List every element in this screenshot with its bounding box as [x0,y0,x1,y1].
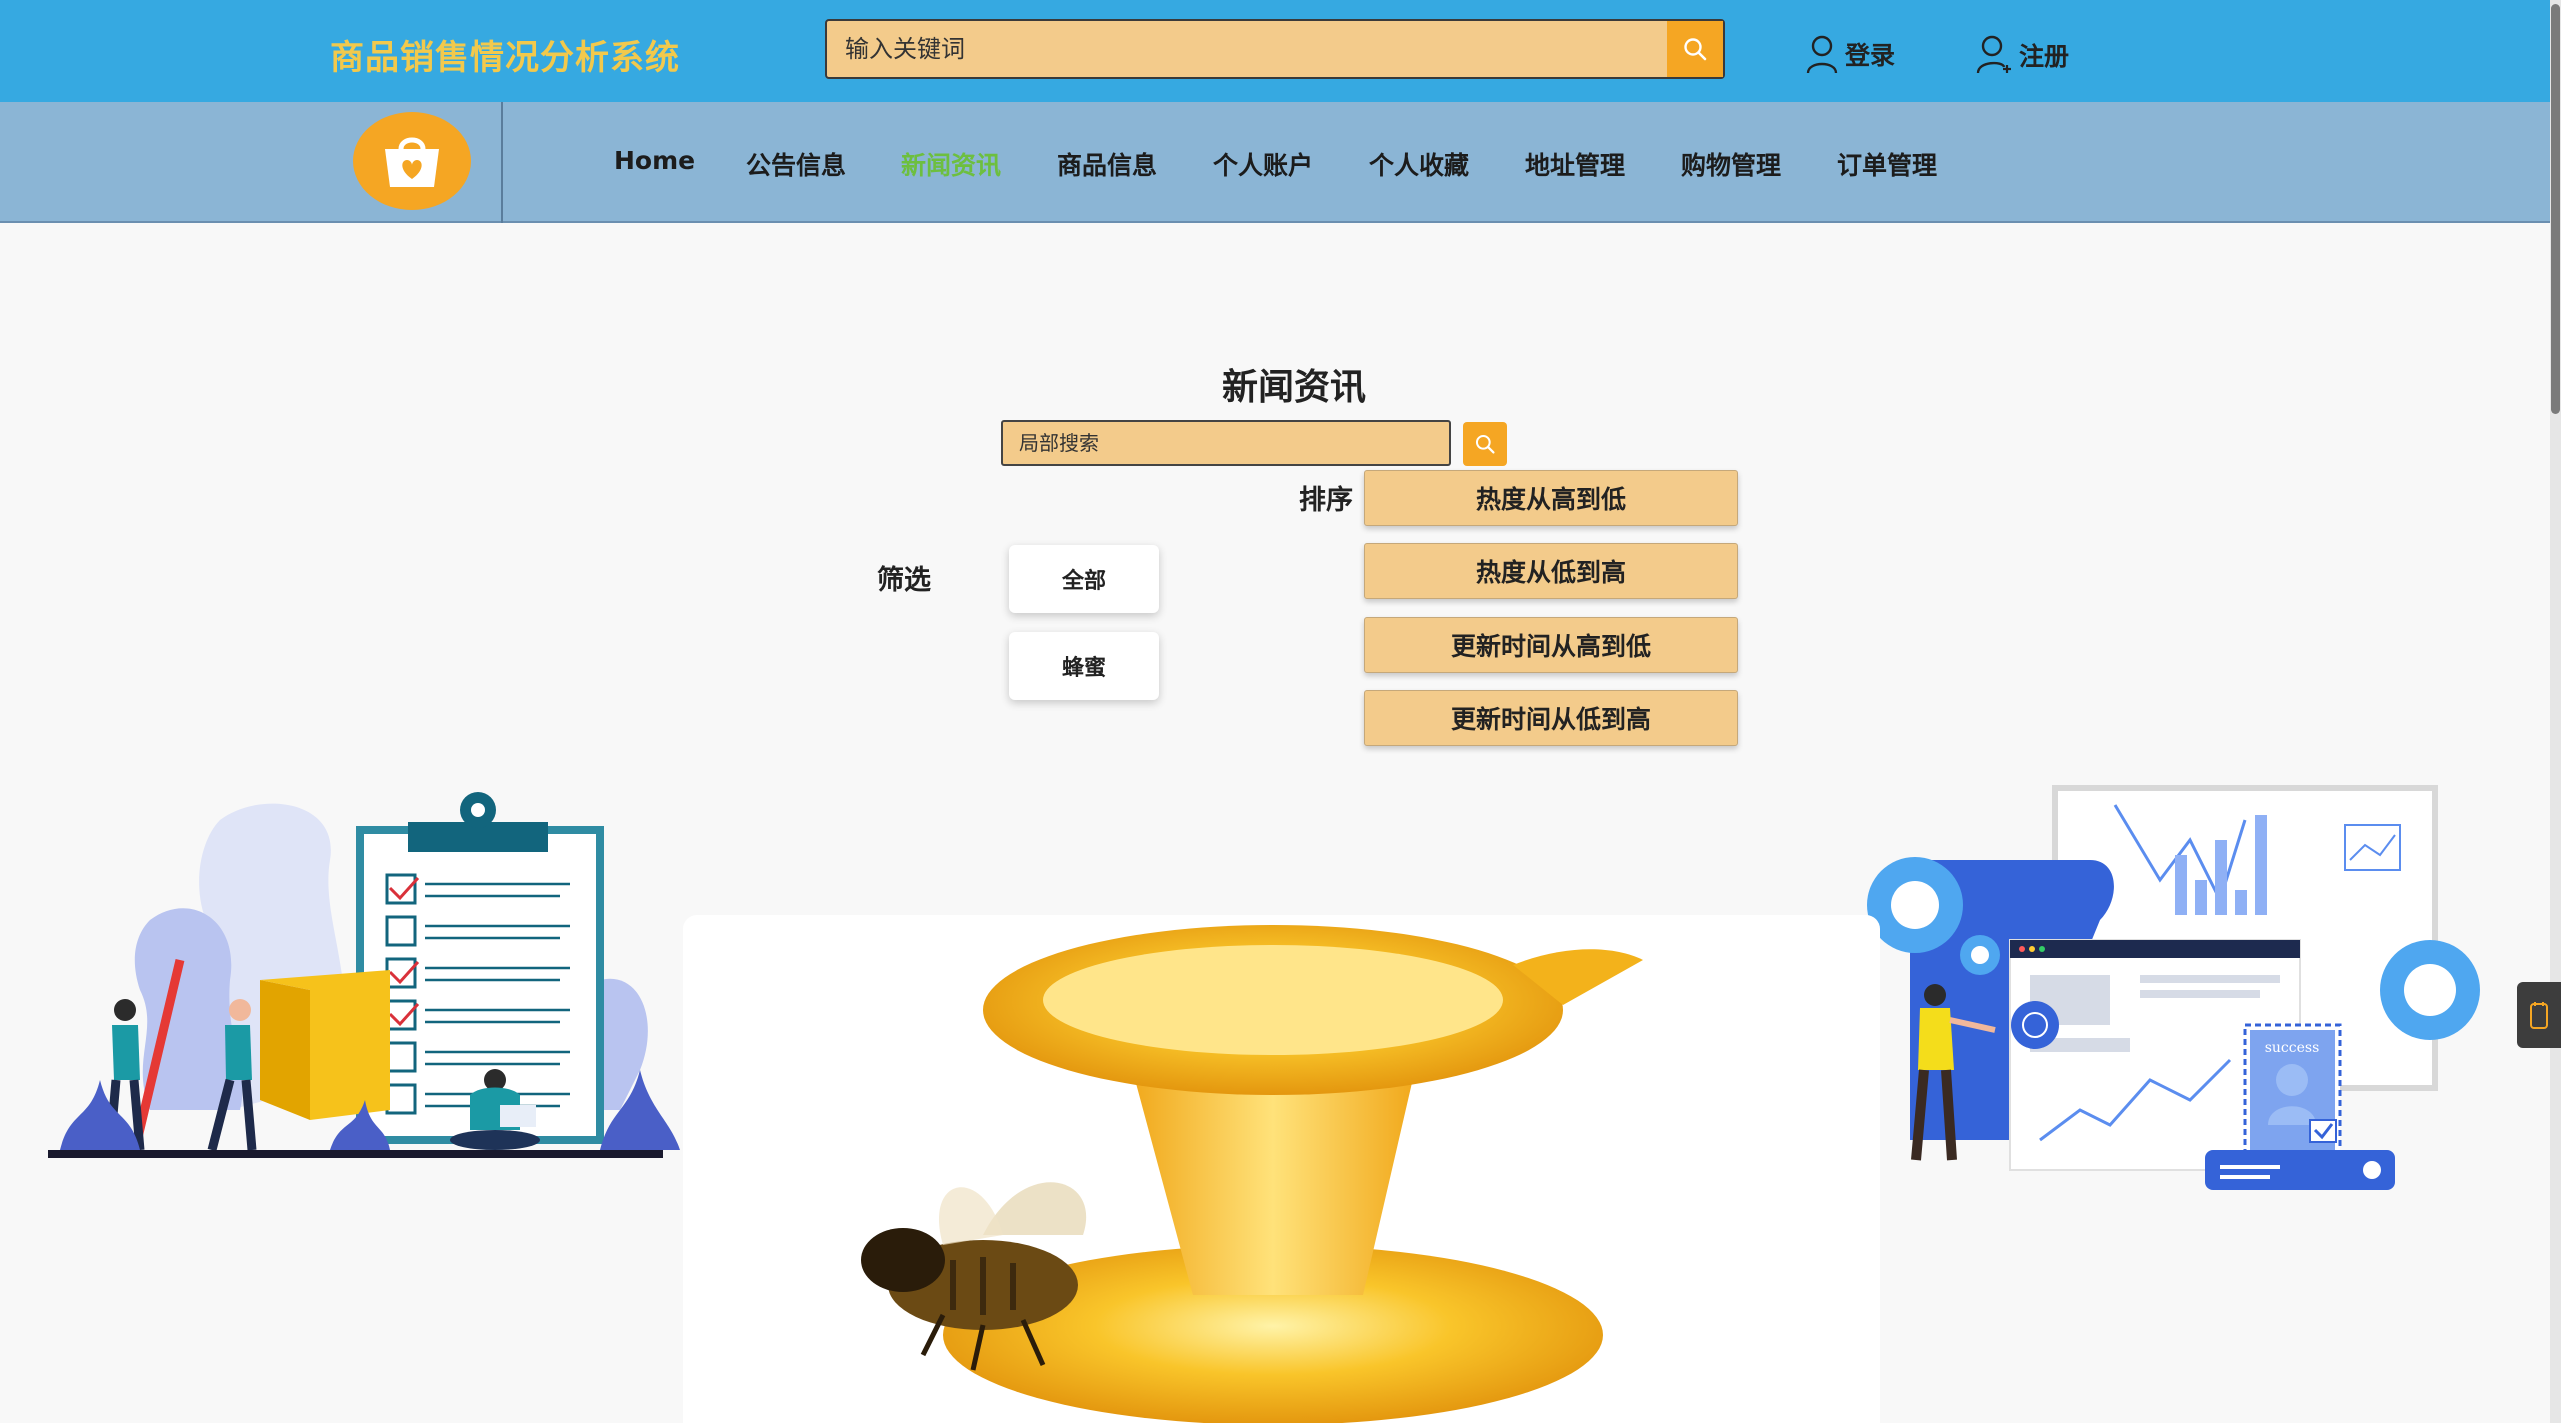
nav-item-orders[interactable]: 订单管理 [1837,146,1937,182]
global-search-box [825,19,1725,79]
sort-label: 排序 [1299,485,1353,516]
nav-item-account[interactable]: 个人账户 [1213,146,1313,182]
success-badge-text: success [2265,1040,2320,1056]
vertical-scrollbar[interactable] [2550,0,2561,1423]
register-link[interactable]: 注册 [1975,34,2069,76]
nav-item-address[interactable]: 地址管理 [1525,146,1625,182]
nav-item-news[interactable]: 新闻资讯 [901,146,1001,182]
main-nav: Home 公告信息 新闻资讯 商品信息 个人账户 个人收藏 地址管理 购物管理 … [0,102,2550,223]
filter-all-button[interactable]: 全部 [1009,545,1159,613]
checklist-illustration [48,792,680,1158]
local-search-input[interactable] [1003,422,1449,464]
tablet-icon [2530,1002,2548,1029]
sort-hot-desc-button[interactable]: 热度从高到低 [1364,470,1738,526]
filter-label: 筛选 [877,565,931,596]
local-search-button[interactable] [1463,422,1507,466]
nav-divider [501,102,503,223]
register-label: 注册 [2019,42,2070,71]
global-search-button[interactable] [1667,21,1723,77]
page-title: 新闻资讯 [1222,367,1367,408]
app-title: 商品销售情况分析系统 [330,38,680,78]
local-search-box [1001,420,1451,466]
nav-item-home[interactable]: Home [614,146,695,175]
site-logo[interactable] [353,112,471,210]
analytics-illustration: success [1867,785,2480,1190]
global-search-input[interactable] [827,21,1667,77]
nav-item-products[interactable]: 商品信息 [1057,146,1157,182]
bag-heart-icon [385,137,439,187]
sort-time-desc-button[interactable]: 更新时间从高到低 [1364,617,1738,673]
nav-item-shopping[interactable]: 购物管理 [1681,146,1781,182]
search-icon [1684,38,1707,61]
top-bar: 商品销售情况分析系统 登录 注册 [0,0,2561,102]
news-card[interactable] [683,915,1880,1423]
nav-item-favorites[interactable]: 个人收藏 [1369,146,1469,182]
login-link[interactable]: 登录 [1805,34,1895,74]
search-icon [1475,434,1495,454]
nav-item-announcements[interactable]: 公告信息 [746,146,846,182]
user-add-icon [1976,35,2011,74]
honey-image [861,925,1643,1423]
user-icon [1806,35,1838,74]
sort-time-asc-button[interactable]: 更新时间从低到高 [1364,690,1738,746]
sort-hot-asc-button[interactable]: 热度从低到高 [1364,543,1738,599]
filter-honey-button[interactable]: 蜂蜜 [1009,632,1159,700]
login-label: 登录 [1845,41,1896,70]
side-widget-button[interactable] [2517,982,2561,1048]
scrollbar-thumb[interactable] [2551,4,2560,414]
